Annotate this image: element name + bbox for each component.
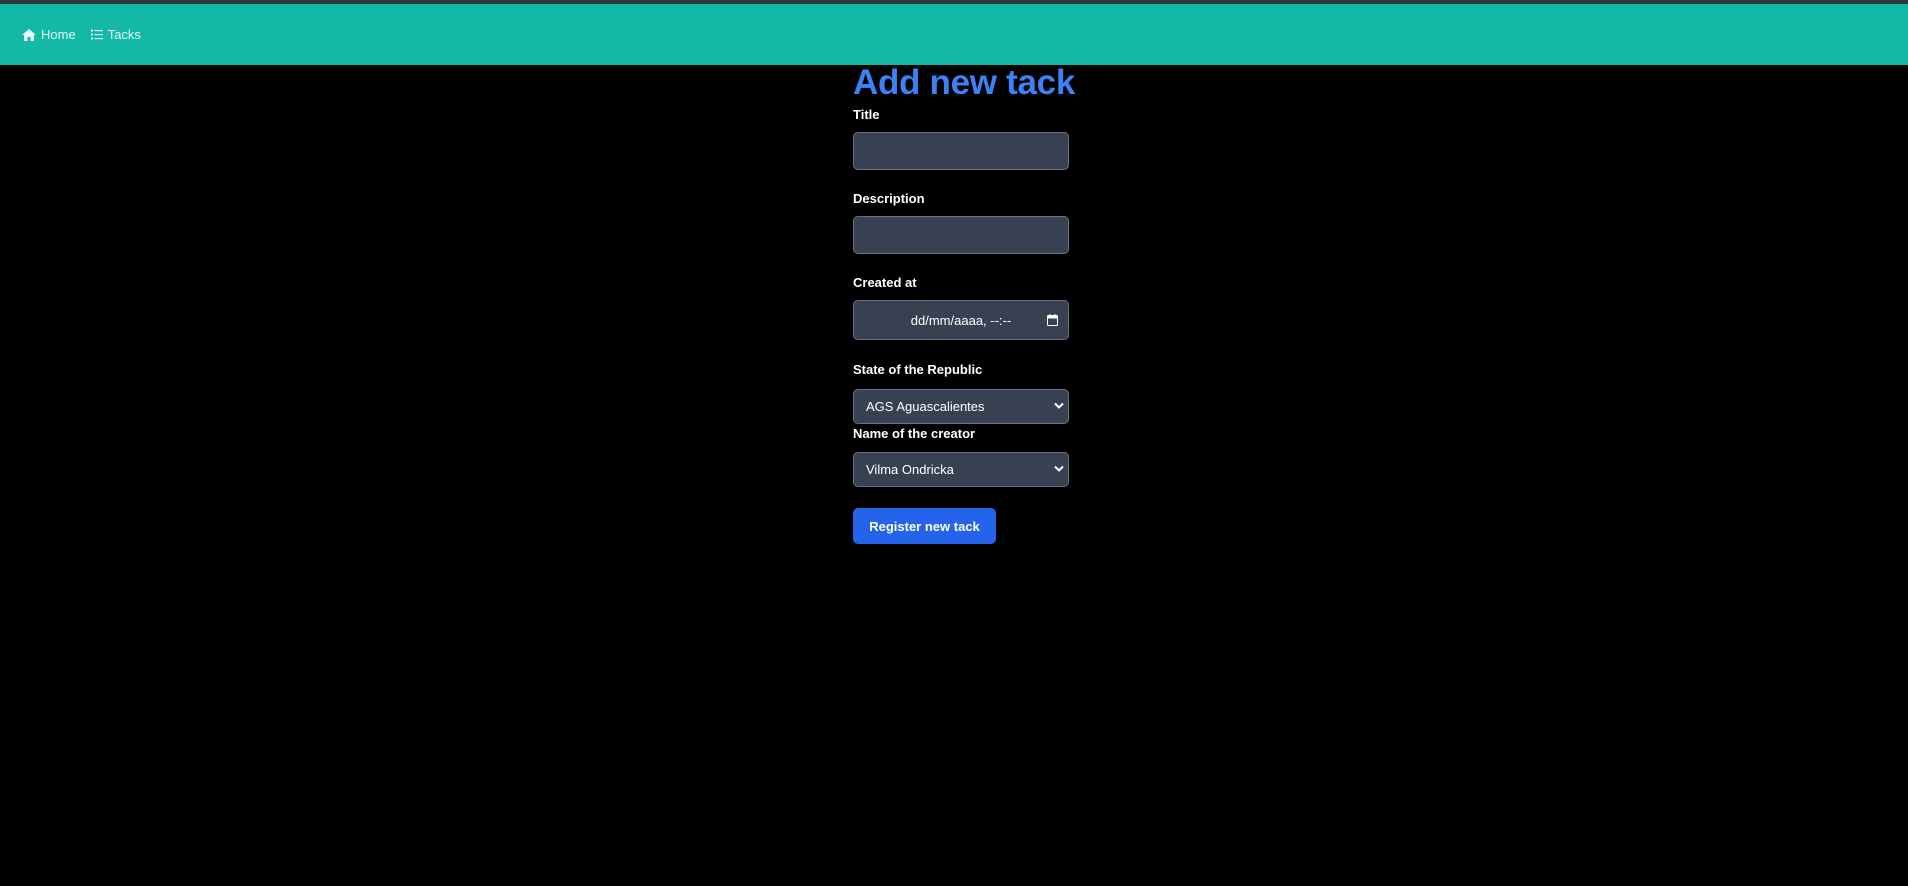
home-icon <box>22 28 36 41</box>
nav-item-label: Tacks <box>107 27 141 42</box>
created-at-datetime-input[interactable]: dd/mm/aaaa, --:-- <box>853 300 1069 340</box>
creator-select[interactable]: Vilma Ondricka <box>853 452 1069 487</box>
description-input[interactable] <box>853 216 1069 254</box>
state-selected-value: AGS Aguascalientes <box>866 399 985 414</box>
creator-selected-value: Vilma Ondricka <box>866 462 954 477</box>
creator-label: Name of the creator <box>853 426 976 441</box>
top-navbar: Home Tacks <box>0 4 1908 65</box>
nav-item-tacks[interactable]: Tacks <box>90 27 141 42</box>
new-tack-form: Add new tack Title Description Created a… <box>853 62 1076 544</box>
created-at-placeholder: dd/mm/aaaa, --:-- <box>910 312 1012 328</box>
state-select[interactable]: AGS Aguascalientes <box>853 389 1069 424</box>
title-label: Title <box>853 107 880 122</box>
page-title: Add new tack <box>853 63 1076 102</box>
title-input[interactable] <box>853 132 1069 170</box>
list-icon <box>90 29 103 40</box>
chevron-down-icon <box>1054 465 1064 472</box>
description-label: Description <box>853 191 925 206</box>
chevron-down-icon <box>1054 402 1064 409</box>
nav-item-label: Home <box>41 27 76 42</box>
register-new-tack-button[interactable]: Register new tack <box>853 508 996 544</box>
state-label: State of the Republic <box>853 362 983 377</box>
nav-item-home[interactable]: Home <box>22 27 76 42</box>
calendar-icon[interactable] <box>1047 314 1058 326</box>
created-at-label: Created at <box>853 275 917 290</box>
